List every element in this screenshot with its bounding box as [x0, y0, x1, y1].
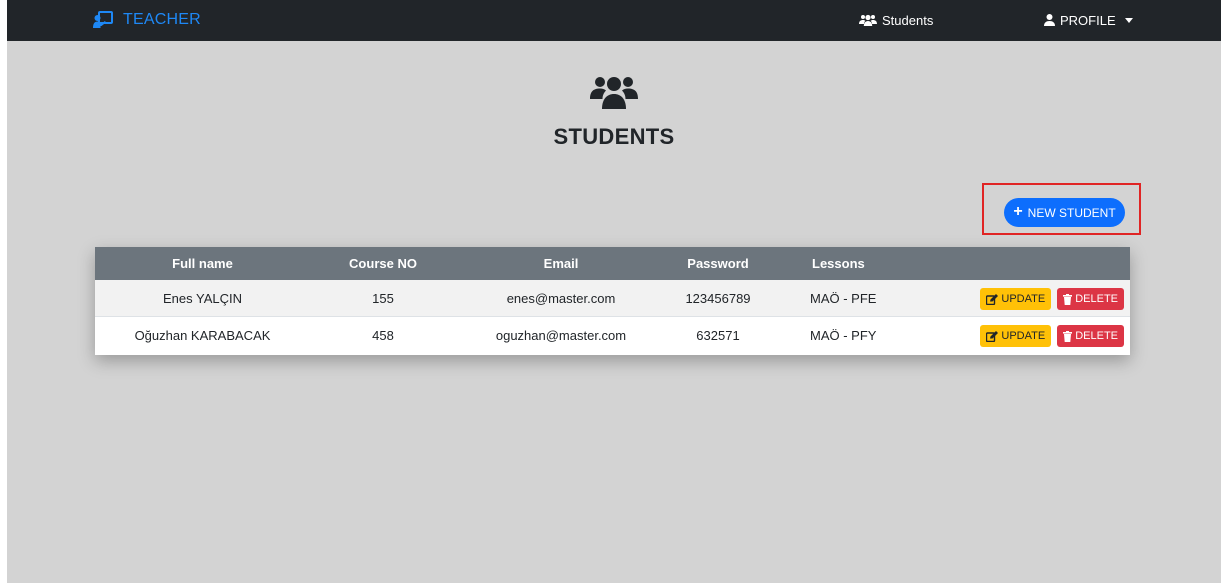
delete-label: DELETE [1075, 330, 1118, 342]
brand-link[interactable]: TEACHER [93, 9, 201, 31]
users-icon [859, 14, 877, 26]
row-actions: UPDATE DELETE [980, 325, 1124, 347]
caret-down-icon [1124, 17, 1133, 23]
table-header: Full name Course NO Email Password Lesso… [95, 247, 1130, 280]
trash-icon [1063, 293, 1073, 305]
page-title: STUDENTS [553, 124, 675, 149]
cell-email: oguzhan@master.com [495, 328, 627, 343]
plus-icon: + [1013, 203, 1023, 220]
table-row: Enes YALÇIN 155 enes@master.com 12345678… [95, 280, 1130, 317]
brand-label: TEACHER [123, 11, 201, 28]
update-label: UPDATE [1001, 330, 1046, 342]
cell-full-name: Enes YALÇIN [162, 291, 242, 306]
new-student-button[interactable]: + NEW STUDENT [1004, 198, 1125, 227]
cell-lessons: MAÖ - PFE [810, 291, 877, 306]
cell-full-name: Oğuzhan KARABACAK [134, 328, 271, 343]
nav-students-label: Students [882, 12, 934, 28]
delete-label: DELETE [1075, 293, 1118, 305]
nav-profile-label: PROFILE [1060, 12, 1116, 28]
update-button[interactable]: UPDATE [980, 325, 1052, 347]
table-row: Oğuzhan KARABACAK 458 oguzhan@master.com… [95, 317, 1130, 355]
edit-icon [986, 330, 999, 342]
column-header-lessons: Lessons [812, 256, 865, 271]
app-root: TEACHER Students PROFILE STUDENTS + NEW … [7, 0, 1221, 583]
trash-icon [1063, 330, 1073, 342]
nav-students-link[interactable]: Students [859, 10, 933, 30]
cell-course-no: 458 [372, 328, 394, 343]
chalkboard-teacher-icon [93, 11, 113, 29]
students-table: Full name Course NO Email Password Lesso… [95, 247, 1130, 355]
cell-lessons: MAÖ - PFY [810, 328, 877, 343]
delete-button[interactable]: DELETE [1057, 288, 1124, 310]
users-icon [590, 75, 638, 109]
nav-profile-dropdown[interactable]: PROFILE [1044, 10, 1133, 30]
update-button[interactable]: UPDATE [980, 288, 1052, 310]
cell-course-no: 155 [372, 291, 394, 306]
row-actions: UPDATE DELETE [980, 288, 1124, 310]
update-label: UPDATE [1001, 293, 1046, 305]
cell-email: enes@master.com [506, 291, 616, 306]
delete-button[interactable]: DELETE [1057, 325, 1124, 347]
new-student-label: NEW STUDENT [1027, 205, 1116, 220]
cell-password: 632571 [696, 328, 740, 343]
column-header-password: Password [687, 256, 749, 271]
column-header-email: Email [543, 256, 579, 271]
cell-password: 123456789 [685, 291, 751, 306]
edit-icon [986, 293, 999, 305]
user-icon [1044, 14, 1055, 26]
top-navbar: TEACHER Students PROFILE [7, 0, 1221, 41]
column-header-full-name: Full name [172, 256, 233, 271]
column-header-course-no: Course NO [349, 256, 417, 271]
